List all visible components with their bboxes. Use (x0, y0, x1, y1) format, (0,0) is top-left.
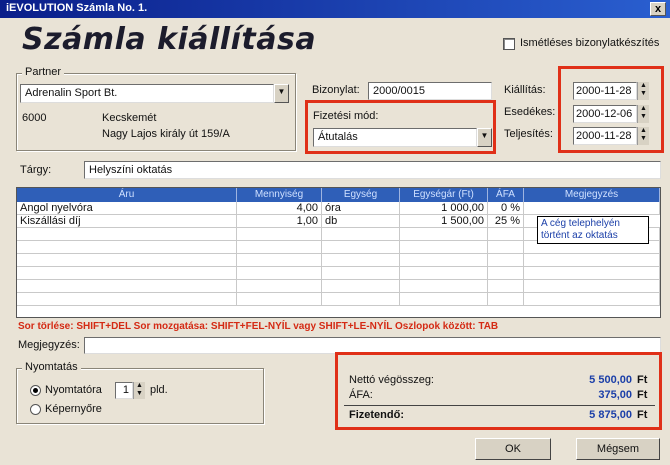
cell-note[interactable] (524, 202, 660, 214)
partner-street: Nagy Lajos király út 159/A (102, 128, 230, 140)
radio-screen-label: Képernyőre (45, 403, 102, 415)
vat-total-value: 375,00 (598, 389, 632, 401)
table-row[interactable] (17, 254, 660, 267)
cell-price[interactable]: 1 500,00 (400, 215, 488, 227)
net-total-value: 5 500,00 (589, 374, 632, 386)
payable-value: 5 875,00 (589, 409, 632, 421)
net-total-label: Nettó végösszeg: (349, 374, 434, 386)
ok-button[interactable]: OK (475, 438, 551, 460)
cell-qty[interactable]: 1,00 (237, 215, 322, 227)
cell-qty[interactable]: 4,00 (237, 202, 322, 214)
due-date-spinner-icon[interactable]: ▲ ▼ (637, 105, 649, 123)
remark-label: Megjegyzés: (18, 339, 80, 351)
issue-date-label: Kiállítás: (504, 84, 546, 96)
due-date-field[interactable]: 2000-12-06 (573, 105, 637, 123)
page-title: Számla kiállítása (22, 22, 317, 57)
vat-total-label: ÁFA: (349, 389, 373, 401)
cell-vat[interactable]: 25 % (488, 215, 524, 227)
subject-input[interactable]: Helyszíni oktatás (84, 161, 661, 179)
payable-label: Fizetendő: (349, 409, 404, 421)
col-header-unit[interactable]: Egység (322, 188, 400, 202)
col-header-item[interactable]: Áru (17, 188, 237, 202)
issue-date-field[interactable]: 2000-11-28 (573, 82, 637, 100)
close-button[interactable]: x (650, 2, 666, 16)
col-header-qty[interactable]: Mennyiség (237, 188, 322, 202)
cell-item[interactable]: Angol nyelvóra (17, 202, 237, 214)
note-editor[interactable]: A cég telephelyén történt az oktatás (537, 216, 649, 244)
col-header-vat[interactable]: ÁFA (488, 188, 524, 202)
col-header-note[interactable]: Megjegyzés (524, 188, 660, 202)
window-title: iEVOLUTION Számla No. 1. (6, 2, 148, 14)
issue-date-spinner-icon[interactable]: ▲ ▼ (637, 82, 649, 100)
document-label: Bizonylat: (312, 84, 360, 96)
copies-unit: pld. (150, 384, 168, 396)
radio-printer-label: Nyomtatóra (45, 384, 102, 396)
payment-select[interactable]: Átutalás (313, 128, 477, 147)
cell-vat[interactable]: 0 % (488, 202, 524, 214)
cancel-button[interactable]: Mégsem (576, 438, 660, 460)
fulfil-date-field[interactable]: 2000-11-28 (573, 127, 637, 145)
printing-legend: Nyomtatás (22, 361, 81, 373)
fulfil-date-spinner-icon[interactable]: ▲ ▼ (637, 127, 649, 145)
table-row[interactable] (17, 267, 660, 280)
partner-zip: 6000 (22, 112, 47, 124)
document-number: 2000/0015 (368, 82, 492, 100)
grid-header: Áru Mennyiség Egység Egységár (Ft) ÁFA M… (17, 188, 660, 202)
table-row[interactable] (17, 280, 660, 293)
totals-divider (344, 405, 655, 406)
cell-unit[interactable]: óra (322, 202, 400, 214)
subject-label: Tárgy: (20, 164, 52, 176)
radio-printer[interactable] (30, 385, 41, 396)
vat-total-currency: Ft (637, 389, 648, 401)
payable-currency: Ft (637, 409, 648, 421)
cell-price[interactable]: 1 000,00 (400, 202, 488, 214)
radio-screen[interactable] (30, 404, 41, 415)
table-row[interactable]: Angol nyelvóra 4,00 óra 1 000,00 0 % (17, 202, 660, 215)
partner-legend: Partner (22, 66, 65, 78)
col-header-price[interactable]: Egységár (Ft) (400, 188, 488, 202)
cell-unit[interactable]: db (322, 215, 400, 227)
copies-input[interactable]: 1 (115, 382, 133, 399)
partner-dropdown-icon[interactable]: ▼ (274, 84, 289, 103)
fulfil-date-label: Teljesítés: (504, 128, 553, 140)
window-title-bar: iEVOLUTION Számla No. 1. (0, 0, 670, 18)
payment-dropdown-icon[interactable]: ▼ (477, 128, 492, 147)
net-total-currency: Ft (637, 374, 648, 386)
items-grid[interactable]: Áru Mennyiség Egység Egységár (Ft) ÁFA M… (16, 187, 661, 318)
repeat-checkbox-label: Ismétléses bizonylatkészítés (520, 37, 660, 49)
payment-label: Fizetési mód: (313, 110, 379, 122)
cell-item[interactable]: Kiszállási díj (17, 215, 237, 227)
keyboard-hint: Sor törlése: SHIFT+DEL Sor mozgatása: SH… (18, 321, 499, 332)
partner-select[interactable]: Adrenalin Sport Bt. (20, 84, 274, 103)
table-row[interactable] (17, 293, 660, 306)
due-date-label: Esedékes: (504, 106, 556, 118)
partner-city: Kecskemét (102, 112, 157, 124)
repeat-checkbox[interactable] (503, 38, 515, 50)
copies-spinner-icon[interactable]: ▲ ▼ (133, 382, 145, 399)
